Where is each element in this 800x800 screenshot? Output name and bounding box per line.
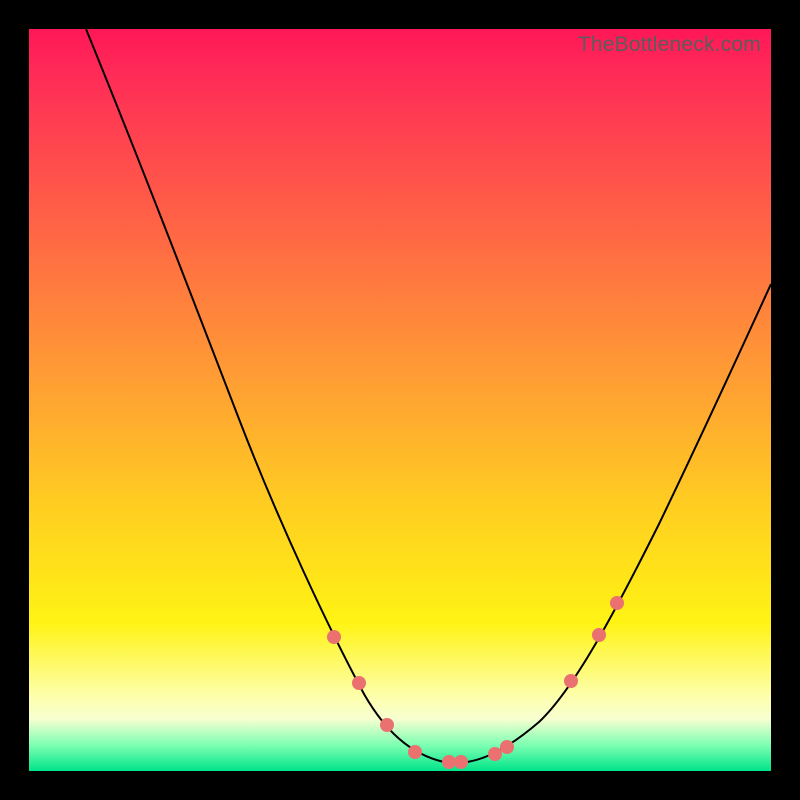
bead — [454, 755, 468, 769]
bead — [408, 745, 422, 759]
beads-group — [327, 596, 624, 769]
bead — [488, 747, 502, 761]
bead-pill — [365, 693, 377, 711]
bead — [442, 755, 456, 769]
bead-pill — [579, 649, 591, 668]
chart-frame: TheBottleneck.com — [0, 0, 800, 800]
bead — [610, 596, 624, 610]
bead — [380, 718, 394, 732]
bead — [592, 628, 606, 642]
bead — [327, 630, 341, 644]
curve-layer — [29, 29, 771, 771]
bottleneck-curve — [86, 29, 771, 763]
bead — [500, 740, 514, 754]
plot-area: TheBottleneck.com — [29, 29, 771, 771]
bead — [564, 674, 578, 688]
bead — [352, 676, 366, 690]
